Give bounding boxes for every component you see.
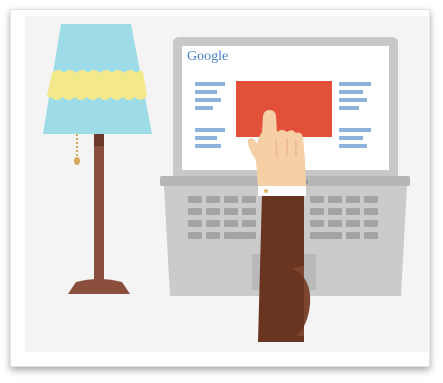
lamp-shade-band (47, 70, 147, 100)
lamp-base (68, 279, 130, 294)
google-logo: Google (187, 49, 229, 64)
lamp-icon (43, 24, 152, 294)
ad-block[interactable] (236, 81, 332, 137)
lamp-pole (94, 134, 104, 284)
